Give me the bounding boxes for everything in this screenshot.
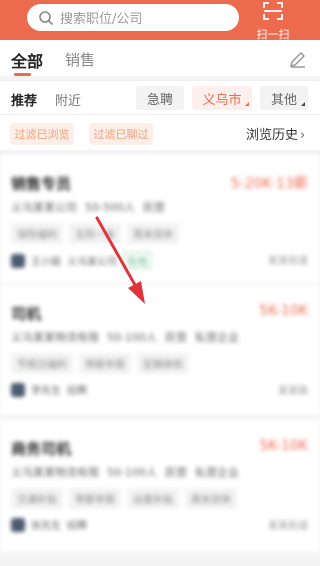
job-tag: 出差补贴: [127, 488, 179, 509]
recruiter-name: 张先生: [31, 521, 61, 532]
filter-recommend[interactable]: 推荐: [11, 90, 37, 109]
job-detail: 义乌某某物流有限: [11, 466, 99, 479]
filter-city-label: 义乌市: [202, 92, 242, 108]
filter-city[interactable]: 义乌市: [192, 86, 252, 110]
filter-chatted-toggle[interactable]: 过滤已聊过: [89, 123, 153, 145]
job-tag: 保险福利: [11, 223, 63, 244]
job-detail: 50-100人: [107, 331, 157, 344]
scan-icon: [262, 1, 284, 25]
recruiter-company: 招聘: [67, 521, 87, 532]
recruiter-company: 义乌某公司: [67, 257, 117, 268]
search-placeholder: 搜索职位/公司: [60, 12, 143, 27]
filter-urgent-label: 急聘: [146, 92, 173, 108]
job-card[interactable]: 司机 5K-10K 义乌某某物流有限 50-100人 民营 私营企业 节假日福利…: [0, 285, 320, 415]
avatar: [11, 517, 25, 532]
tab-all[interactable]: 全部: [11, 48, 43, 72]
job-title: 司机: [11, 305, 42, 323]
search-bar[interactable]: 搜索职位/公司: [27, 4, 239, 31]
job-location: 某某路: [278, 386, 308, 397]
quick-filter-bar: 过滤已浏览 过滤已聊过 浏览历史 ›: [0, 114, 320, 150]
job-detail: 民营: [164, 466, 187, 479]
recruiter-info: 王小姐 义乌某公司 在线: [11, 252, 151, 269]
browse-history-label: 浏览历史: [246, 128, 299, 143]
filter-other[interactable]: 其他: [260, 86, 308, 110]
tab-sales[interactable]: 销售: [65, 49, 95, 70]
filter-other-label: 其他: [270, 92, 297, 108]
active-tab-indicator: [14, 73, 31, 76]
recruiter-company: 招聘: [67, 386, 87, 397]
job-tag: 交通补贴: [11, 488, 63, 509]
job-details: 义乌某某公司 50-500人 民营: [11, 199, 165, 215]
job-detail: 义乌某某公司: [11, 201, 77, 214]
dropdown-indicator-icon: [301, 102, 305, 106]
job-salary: 5-20K·13薪: [230, 176, 308, 192]
filter-nearby[interactable]: 附近: [55, 90, 81, 109]
job-detail: 50-500人: [85, 201, 135, 214]
job-detail: 民营: [142, 201, 165, 214]
job-detail: 私营企业: [194, 466, 239, 479]
job-tags: 交通补贴 带薪年假 出差补贴 周末双休: [11, 488, 237, 509]
job-tag: 带薪年假: [69, 488, 121, 509]
job-details: 义乌某某物流有限 50-100人 民营 私营企业: [11, 464, 239, 480]
online-badge: 在线: [123, 252, 151, 269]
browse-history-link[interactable]: 浏览历史 ›: [246, 124, 305, 143]
job-detail: 民营: [164, 331, 187, 344]
job-tag: 周末双休: [127, 223, 179, 244]
edit-icon[interactable]: [288, 49, 308, 69]
job-salary: 5K-10K: [259, 303, 308, 319]
job-tag: 定期体检: [137, 353, 189, 374]
job-tags: 节假日福利 带薪年假 定期体检: [11, 353, 189, 374]
filter-viewed-toggle[interactable]: 过滤已浏览: [10, 123, 74, 145]
job-card[interactable]: 销售专员 5-20K·13薪 义乌某某公司 50-500人 民营 保险福利 五险…: [0, 155, 320, 283]
job-card[interactable]: 商务司机 5K-10K 义乌某某物流有限 50-100人 民营 私营企业 交通补…: [0, 420, 320, 552]
filter-viewed-label: 过滤已浏览: [14, 128, 70, 141]
category-tabs: 全部 销售: [0, 40, 320, 76]
filter-urgent[interactable]: 急聘: [136, 86, 184, 110]
job-detail: 义乌某某物流有限: [11, 331, 99, 344]
job-tag: 五险一金: [69, 223, 121, 244]
job-tags: 保险福利 五险一金 周末双休: [11, 223, 179, 244]
search-icon: [37, 9, 55, 27]
recruiter-name: 王小姐: [31, 257, 61, 268]
avatar: [11, 382, 25, 397]
recruiter-info: 李先生 招聘: [11, 382, 87, 397]
job-title: 商务司机: [11, 440, 72, 458]
dropdown-indicator-icon: [245, 102, 249, 106]
job-tag: 节假日福利: [11, 353, 73, 374]
job-location: 某某街道: [268, 521, 308, 532]
job-location: 某某街道: [268, 256, 308, 267]
recruiter-name: 李先生: [31, 386, 61, 397]
job-tag: 周末双休: [185, 488, 237, 509]
top-header: 搜索职位/公司 扫一扫: [0, 0, 320, 41]
job-title: 销售专员: [11, 175, 72, 193]
job-detail: 50-100人: [107, 466, 157, 479]
job-detail: 私营企业: [194, 331, 239, 344]
chevron-right-icon: ›: [300, 128, 306, 143]
job-salary: 5K-10K: [259, 438, 308, 454]
recruiter-info: 张先生 招聘: [11, 517, 87, 532]
job-tag: 带薪年假: [79, 353, 131, 374]
avatar: [11, 253, 25, 268]
filter-bar: 推荐 附近 急聘 义乌市 其他: [0, 80, 320, 114]
filter-chatted-label: 过滤已聊过: [93, 128, 149, 141]
job-details: 义乌某某物流有限 50-100人 民营 私营企业: [11, 329, 239, 345]
scan-button[interactable]: 扫一扫: [249, 1, 297, 41]
